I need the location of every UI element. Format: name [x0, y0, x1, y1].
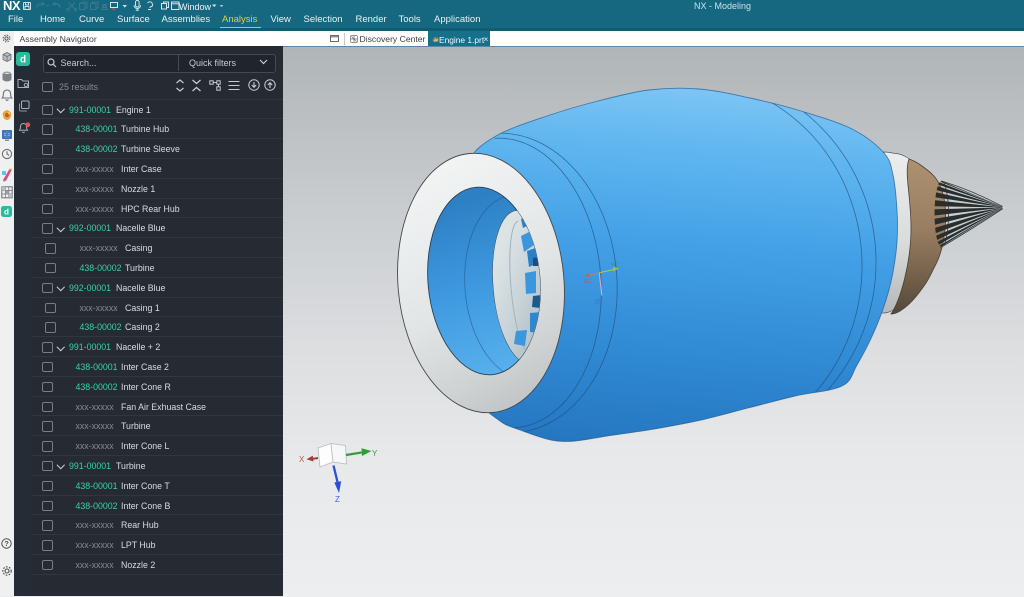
svg-text:Z: Z	[335, 495, 340, 504]
svg-text:Y: Y	[372, 449, 378, 458]
svg-text:ZC: ZC	[595, 300, 602, 306]
svg-text:?: ?	[4, 539, 9, 548]
svg-text:XC: XC	[584, 279, 592, 285]
svg-text:YC: YC	[611, 263, 619, 269]
svg-text:X: X	[299, 455, 305, 464]
svg-text:d: d	[19, 55, 25, 66]
svg-text:d: d	[4, 207, 9, 216]
